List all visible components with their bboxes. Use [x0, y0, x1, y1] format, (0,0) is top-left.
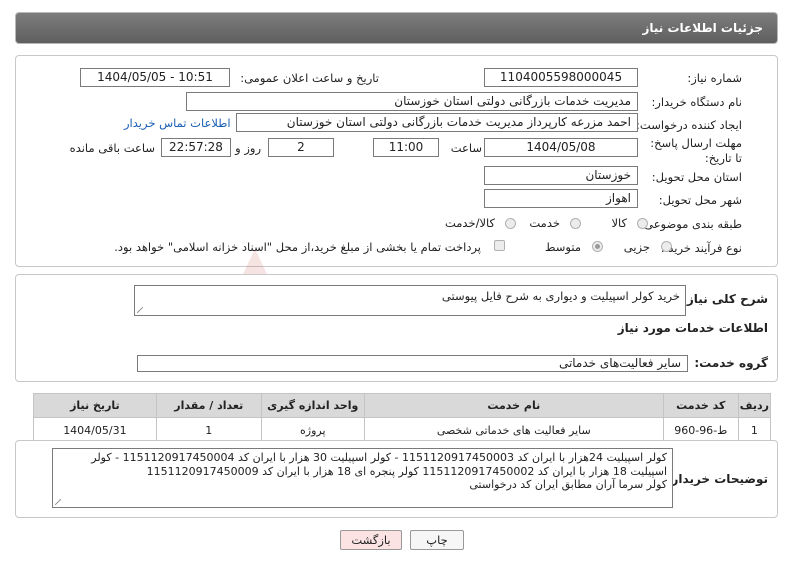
services-section-title: اطلاعات خدمات مورد نیاز — [617, 321, 768, 335]
creator-label: ایجاد کننده درخواست: — [636, 118, 742, 132]
creator-field: احمد مزرعه کارپرداز مدیریت خدمات بازرگان… — [236, 113, 638, 132]
process-minor-label: جزیی — [623, 240, 650, 254]
print-button[interactable]: چاپ — [410, 530, 464, 550]
summary-label: شرح کلی نیاز: — [682, 292, 768, 306]
cell-quantity: 1 — [155, 417, 262, 443]
province-field: خوزستان — [484, 166, 638, 185]
table-header-row: ردیف کد خدمت نام خدمت واحد اندازه گیری ت… — [33, 393, 772, 418]
category-service-radio[interactable] — [570, 218, 581, 229]
cell-service-name: سایر فعالیت های خدماتی شخصی — [363, 417, 664, 443]
announce-date-label: تاریخ و ساعت اعلان عمومی: — [240, 71, 379, 85]
col-quantity: تعداد / مقدار — [155, 393, 262, 418]
remaining-days-field: 2 — [268, 138, 334, 157]
summary-textarea[interactable]: خرید کولر اسپیلیت و دیواری به شرح فایل پ… — [134, 285, 686, 316]
deadline-time-label: ساعت — [450, 141, 482, 155]
cell-service-code: ط-96-960 — [662, 417, 739, 443]
page-header: جزئیات اطلاعات نیاز — [15, 12, 778, 44]
category-service-label: خدمت — [529, 216, 560, 230]
buyer-org-field: مدیریت خدمات بازرگانی دولتی استان خوزستا… — [186, 92, 638, 111]
remaining-time-field: 22:57:28 — [161, 138, 231, 157]
need-number-label: شماره نیاز: — [687, 71, 742, 85]
category-goods-label: کالا — [611, 216, 627, 230]
cell-row-number: 1 — [737, 417, 772, 443]
col-service-code: کد خدمت — [662, 393, 739, 418]
cell-unit: پروژه — [260, 417, 365, 443]
treasury-payment-note: پرداخت تمام یا بخشی از مبلغ خرید،از محل … — [114, 240, 481, 254]
city-field: اهواز — [484, 189, 638, 208]
back-button[interactable]: بازگشت — [340, 530, 402, 550]
resize-grip-icon[interactable] — [55, 499, 61, 505]
need-number-field: 1104005598000045 — [484, 68, 638, 87]
category-goods-service-radio[interactable] — [505, 218, 516, 229]
process-medium-label: متوسط — [544, 240, 581, 254]
col-unit: واحد اندازه گیری — [260, 393, 365, 418]
process-label: نوع فرآیند خرید : — [660, 241, 742, 255]
category-goods-service-label: کالا/خدمت — [444, 216, 495, 230]
city-label: شهر محل تحویل: — [658, 193, 742, 207]
deadline-time-field: 11:00 — [373, 138, 439, 157]
col-service-name: نام خدمت — [363, 393, 664, 418]
buyer-notes-line: اسپیلیت 18 هزار با ایران کد 115112091745… — [146, 464, 667, 478]
process-minor-radio[interactable] — [661, 241, 672, 252]
buyer-notes-textarea[interactable]: کولر اسپیلیت 24هزار با ایران کد 11511209… — [52, 448, 673, 508]
summary-text: خرید کولر اسپیلیت و دیواری به شرح فایل پ… — [441, 289, 680, 303]
province-label: استان محل تحویل: — [651, 170, 742, 184]
remaining-time-label: ساعت باقی مانده — [69, 141, 155, 155]
deadline-label: مهلت ارسال پاسخ: تا تاریخ: — [650, 136, 742, 165]
table-row: 1 ط-96-960 سایر فعالیت های خدماتی شخصی پ… — [33, 417, 772, 443]
buyer-contact-link[interactable]: اطلاعات تماس خریدار — [124, 116, 231, 130]
deadline-date-field: 1404/05/08 — [484, 138, 638, 157]
process-medium-radio[interactable] — [592, 241, 603, 252]
announce-date-field: 1404/05/05 - 10:51 — [80, 68, 230, 87]
col-row-number: ردیف — [737, 393, 772, 418]
services-table: ردیف کد خدمت نام خدمت واحد اندازه گیری ت… — [33, 393, 772, 443]
buyer-notes-line: کولر سرما آران مطابق ایران کد درخواستی — [469, 478, 667, 491]
treasury-payment-checkbox[interactable] — [494, 240, 505, 251]
buyer-org-label: نام دستگاه خریدار: — [651, 95, 742, 109]
service-group-field: سایر فعالیت‌های خدماتی — [137, 355, 688, 372]
buyer-notes-line: کولر اسپیلیت 24هزار با ایران کد 11511209… — [91, 451, 667, 464]
cell-need-date: 1404/05/31 — [33, 417, 157, 443]
resize-grip-icon[interactable] — [137, 307, 143, 313]
buyer-notes-label: توضیحات خریدار: — [666, 472, 768, 486]
category-label: طبقه بندی موضوعی: — [640, 217, 742, 231]
category-goods-radio[interactable] — [637, 218, 648, 229]
service-group-label: گروه خدمت: — [694, 356, 768, 370]
col-need-date: تاریخ نیاز — [33, 393, 157, 418]
days-label: روز و — [235, 141, 261, 155]
page-title: جزئیات اطلاعات نیاز — [642, 21, 763, 35]
